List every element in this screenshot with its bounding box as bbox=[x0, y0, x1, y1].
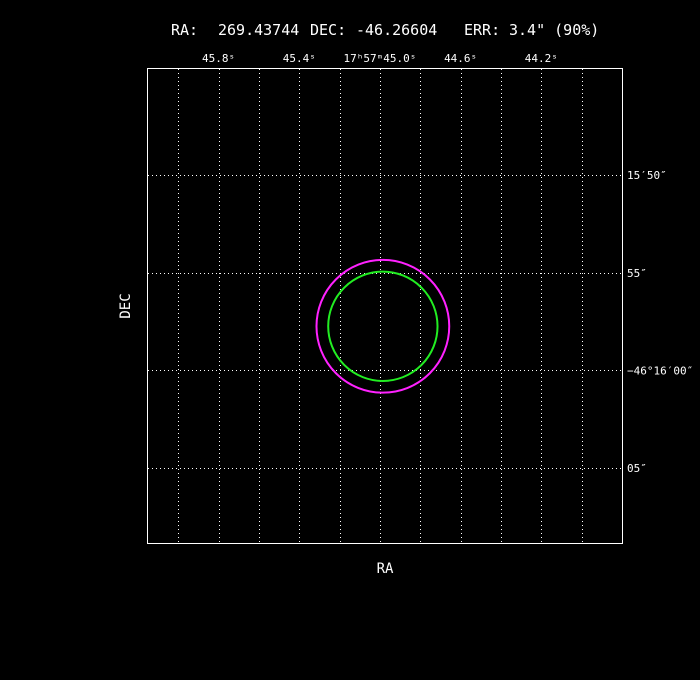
y-tick-label: 15′50″ bbox=[627, 169, 667, 182]
x-axis-label: RA bbox=[377, 561, 394, 577]
position-error-plot: RA: 269.43744 DEC: -46.26604 ERR: 3.4" (… bbox=[118, 21, 693, 577]
y-tick-label: 05″ bbox=[627, 462, 647, 475]
y-axis-label: DEC bbox=[118, 293, 134, 318]
ra-value: 269.43744 bbox=[218, 21, 299, 39]
err-label: ERR: bbox=[464, 21, 500, 39]
tick-labels: 45.8ˢ 45.4ˢ 17ʰ57ᵐ45.0ˢ 44.6ˢ 44.2ˢ 15′50″ 55″… bbox=[202, 52, 693, 475]
y-tick-label: 55″ bbox=[627, 267, 647, 280]
dec-value: -46.26604 bbox=[356, 21, 437, 39]
plot-frame bbox=[147, 68, 623, 544]
x-tick-label: 44.2ˢ bbox=[525, 52, 558, 65]
err-value: 3.4" (90%) bbox=[509, 21, 599, 39]
x-tick-label: 17ʰ57ᵐ45.0ˢ bbox=[344, 52, 417, 65]
x-tick-label: 45.8ˢ bbox=[202, 52, 235, 65]
y-tick-label: −46°16′00″ bbox=[627, 364, 693, 377]
grid-lines bbox=[148, 69, 622, 543]
outer-error-circle bbox=[315, 258, 451, 394]
x-tick-label: 45.4ˢ bbox=[283, 52, 316, 65]
dec-label: DEC: bbox=[310, 21, 346, 39]
error-circles bbox=[315, 258, 451, 394]
x-tick-label: 44.6ˢ bbox=[444, 52, 477, 65]
inner-error-circle bbox=[327, 270, 439, 382]
ra-label: RA: bbox=[171, 21, 198, 39]
